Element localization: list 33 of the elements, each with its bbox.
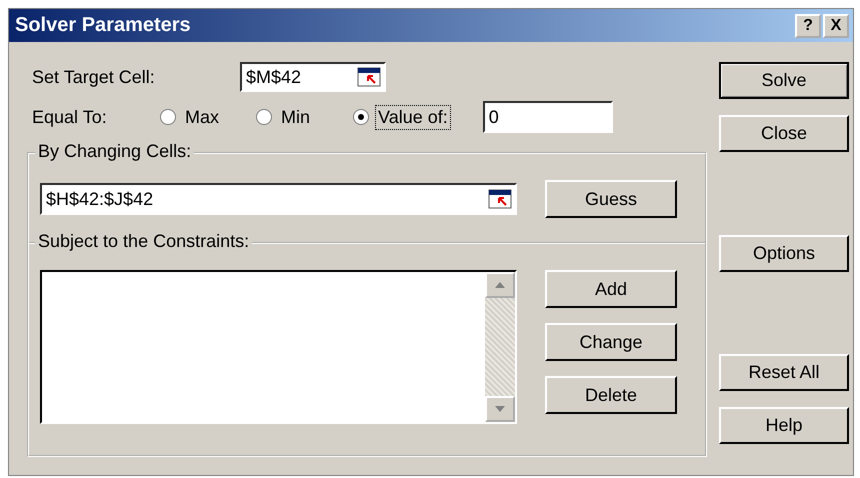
value-field[interactable]: 0 (482, 101, 613, 133)
dialog-button[interactable]: Reset All (719, 354, 849, 391)
equal-to-label: Equal To: (31, 106, 108, 128)
dialog-button[interactable]: Close (719, 115, 849, 152)
target-cell-label: Set Target Cell: (31, 66, 156, 88)
scrollbar[interactable] (485, 272, 515, 422)
constraints-label: Subject to the Constraints: (35, 231, 252, 252)
target-cell-field[interactable]: $M$42 (240, 62, 386, 92)
constraint-button[interactable]: Change (545, 323, 677, 361)
changing-cells-field[interactable]: $H$42:$J$42 (40, 183, 517, 215)
dialog-button[interactable]: Help (719, 407, 849, 444)
guess-button[interactable]: Guess (545, 180, 677, 218)
dialog-button[interactable]: Options (719, 235, 849, 272)
radio-label[interactable]: Min (278, 104, 314, 130)
constraint-button[interactable]: Delete (545, 376, 677, 414)
constraint-button[interactable]: Add (545, 270, 677, 308)
up-triangle-icon (495, 282, 505, 288)
dialog-button[interactable]: Solve (719, 62, 849, 99)
window-x-button[interactable]: X (823, 14, 849, 38)
range-picker-icon[interactable] (357, 67, 381, 87)
scroll-up-button[interactable] (485, 272, 515, 298)
range-picker-icon[interactable] (488, 189, 512, 209)
radio-label[interactable]: Max (182, 104, 222, 130)
scroll-down-button[interactable] (485, 396, 515, 422)
down-triangle-icon (495, 406, 505, 412)
window-title: Solver Parameters (15, 14, 191, 37)
changing-cells-label: By Changing Cells: (35, 141, 194, 162)
help-title-button[interactable]: ? (795, 14, 821, 38)
radio-button[interactable] (160, 109, 176, 125)
radio-button[interactable] (256, 109, 272, 125)
radio-label[interactable]: Value of: (375, 104, 451, 130)
constraints-list[interactable] (40, 270, 517, 424)
radio-button[interactable] (353, 109, 370, 125)
